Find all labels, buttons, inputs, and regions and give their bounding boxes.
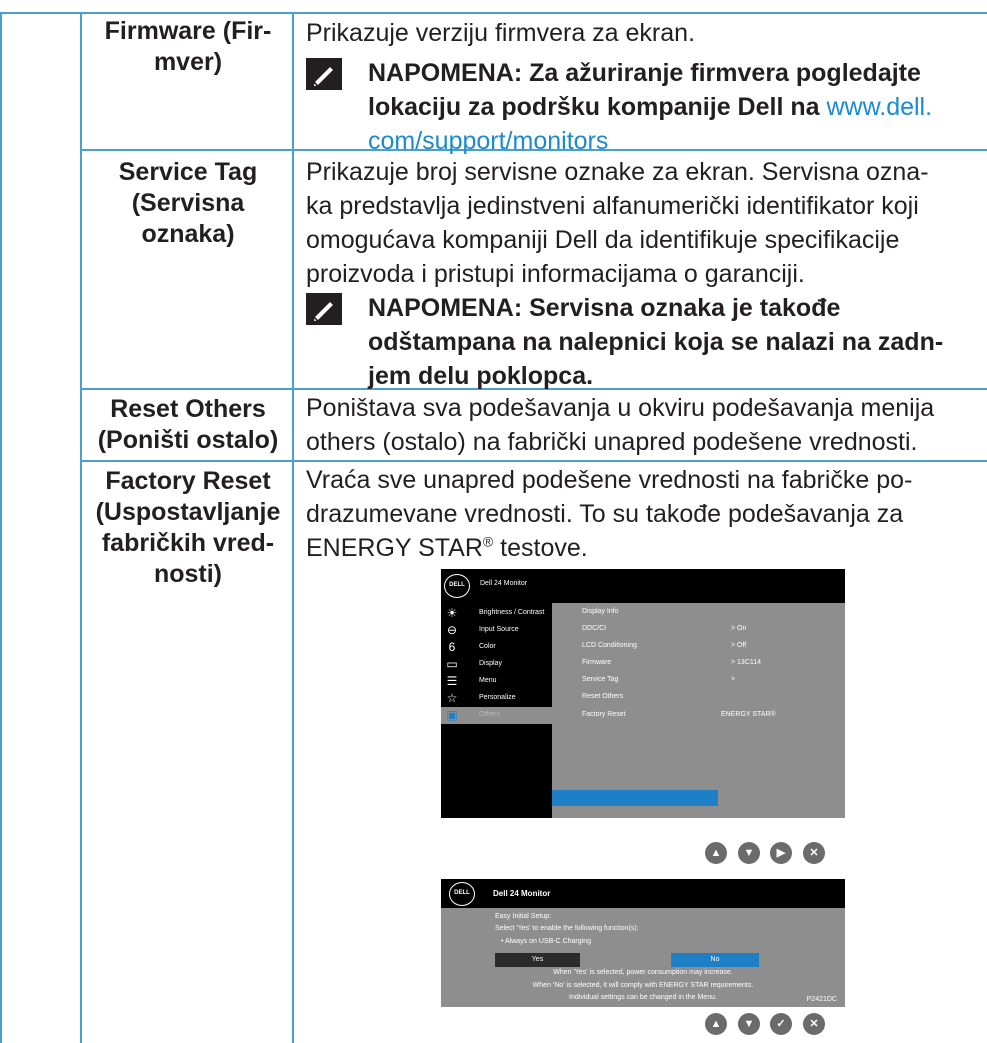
osd-sub-lcd-conditioning[interactable]: LCD Conditioning xyxy=(582,642,637,649)
osd-menu-item-brightness[interactable]: ☀ Brightness / Contrast xyxy=(441,605,552,622)
yes-button[interactable]: Yes xyxy=(495,953,580,967)
close-icon[interactable]: ✕ xyxy=(803,1013,825,1035)
osd-sub-ddc-ci[interactable]: DDC/CI xyxy=(582,625,606,632)
note-pencil-icon xyxy=(306,293,342,325)
osd-sub-reset-others[interactable]: Reset Others xyxy=(582,693,623,700)
osd-sub-firmware-value: > 13C114 xyxy=(731,659,762,666)
dialog-line: Select 'Yes' to enable the following fun… xyxy=(495,925,639,932)
row-divider xyxy=(80,460,987,462)
model-label: P2421DC xyxy=(806,996,837,1003)
brightness-icon: ☀ xyxy=(446,606,458,620)
osd-sub-service-tag-value: > xyxy=(731,676,736,683)
close-icon[interactable]: ✕ xyxy=(803,842,825,864)
dialog-line: Easy Initial Setup: xyxy=(495,913,552,920)
personalize-icon: ☆ xyxy=(446,691,458,705)
row-label-reset-others: Reset Others (Poništi ostalo) xyxy=(97,395,279,454)
osd-sub-display-info[interactable]: Display Info xyxy=(582,608,619,615)
no-button[interactable]: No xyxy=(671,953,759,967)
display-icon: ▭ xyxy=(446,657,458,671)
note-pencil-icon xyxy=(306,58,342,90)
row-text-service-tag: Prikazuje broj servisne oznake za ekran.… xyxy=(306,158,929,288)
osd-sub-factory-reset-value: ENERGY STAR® xyxy=(721,711,776,718)
row-label-factory-reset: Factory Reset (Uspostavljanje fabričkih … xyxy=(95,467,281,588)
menu-icon: ☰ xyxy=(446,674,458,688)
osd-sub-firmware[interactable]: Firmware xyxy=(582,659,611,666)
down-icon[interactable]: ▼ xyxy=(738,842,760,864)
osd-sub-lcd-value: > Off xyxy=(731,642,747,649)
down-icon[interactable]: ▼ xyxy=(738,1013,760,1035)
row-text-firmware: Prikazuje verziju firmvera za ekran. xyxy=(306,19,696,47)
input-source-icon: ⊖ xyxy=(446,623,458,637)
page: Firmware (Fir- mver) Prikazuje verziju f… xyxy=(0,0,987,1043)
support-link-cont[interactable]: com/support/monitors xyxy=(368,124,974,158)
right-icon[interactable]: ▶ xyxy=(770,842,792,864)
table-border-col2 xyxy=(292,12,294,1043)
osd-selected-row xyxy=(552,790,718,806)
osd-menu-item-input-source[interactable]: ⊖ Input Source xyxy=(441,622,552,639)
row-text-reset-others: Poništava sva podešavanja u okviru podeš… xyxy=(306,394,935,456)
osd-dialog-footer: When 'Yes' is selected, power consumptio… xyxy=(441,967,845,1007)
up-icon[interactable]: ▲ xyxy=(705,842,727,864)
row-text-factory-reset: Vraća sve unapred podešene vrednosti na … xyxy=(306,466,913,562)
osd-sub-service-tag[interactable]: Service Tag xyxy=(582,676,618,683)
dell-logo: DELL xyxy=(449,882,475,906)
row-label-firmware: Firmware (Fir- mver) xyxy=(104,17,272,76)
osd-menu: DELL Dell 24 Monitor ☀ Brightness / Cont… xyxy=(441,569,845,818)
osd-menu-item-menu[interactable]: ☰ Menu xyxy=(441,673,552,690)
dialog-line: Individual settings can be changed in th… xyxy=(569,994,717,1001)
osd-sub-ddc-ci-value: > On xyxy=(731,625,747,632)
osd-menu-item-display[interactable]: ▭ Display xyxy=(441,656,552,673)
dialog-line: When 'No' is selected, it will comply wi… xyxy=(532,982,754,989)
color-icon: 6 xyxy=(448,640,456,654)
osd-menu-item-others[interactable]: ▣ Others xyxy=(441,707,552,724)
table-top-border xyxy=(0,12,987,14)
osd-dialog-title: Dell 24 Monitor xyxy=(493,889,551,898)
osd-sub-factory-reset[interactable]: Factory Reset xyxy=(582,711,626,718)
up-icon[interactable]: ▲ xyxy=(705,1013,727,1035)
osd-title: Dell 24 Monitor xyxy=(480,580,528,587)
support-link[interactable]: www.dell. xyxy=(826,93,932,121)
others-icon: ▣ xyxy=(446,708,458,722)
osd-menu-item-personalize[interactable]: ☆ Personalize xyxy=(441,690,552,707)
dialog-line: • Always on USB-C Charging xyxy=(501,938,591,945)
row-label-service-tag: Service Tag (Servisna oznaka) xyxy=(118,158,258,248)
table-border-col1 xyxy=(80,12,82,1043)
dell-logo: DELL xyxy=(444,574,470,598)
osd-menu-item-color[interactable]: 6 Color xyxy=(441,639,552,656)
check-icon[interactable]: ✓ xyxy=(770,1013,792,1035)
table-border-left xyxy=(0,12,2,1043)
dialog-line: When 'Yes' is selected, power consumptio… xyxy=(553,969,733,976)
